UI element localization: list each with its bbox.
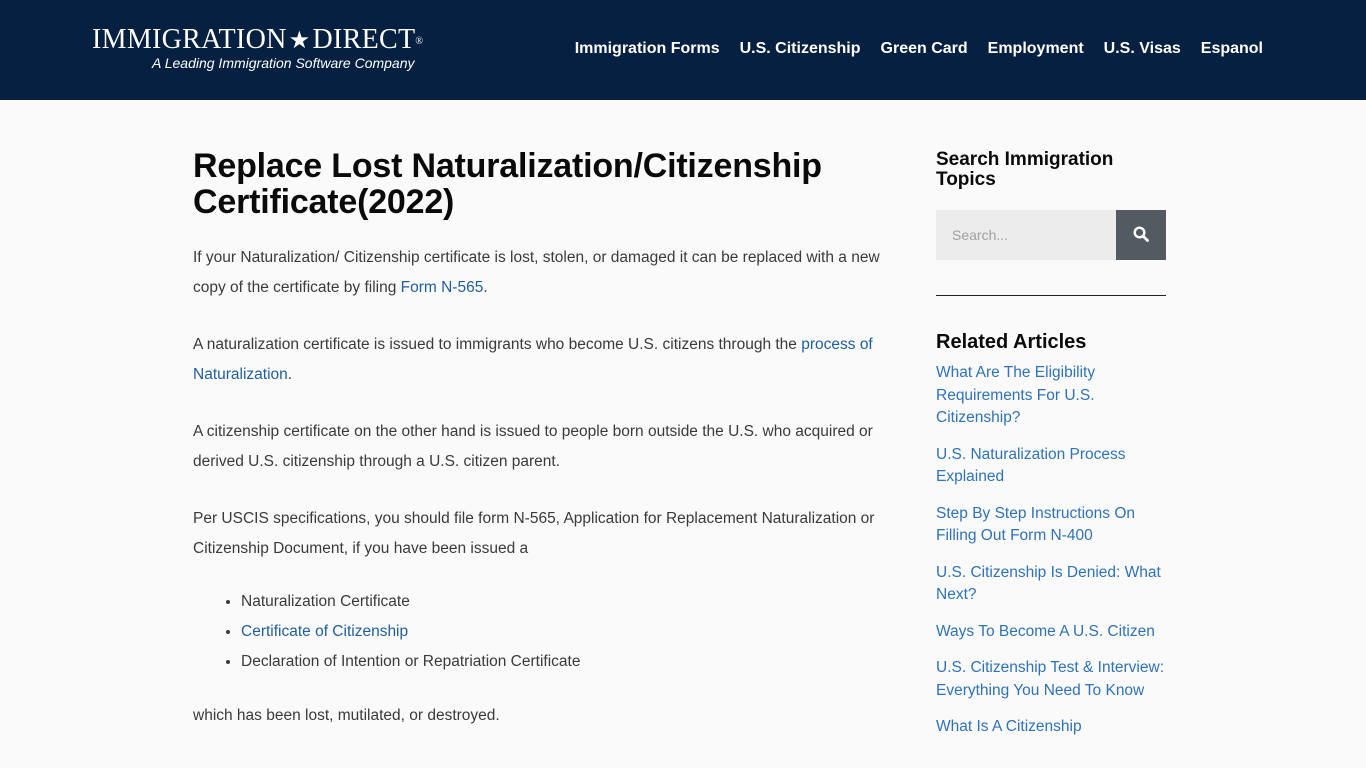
site-logo[interactable]: IMMIGRATION★DIRECT® A Leading Immigratio… — [92, 24, 437, 74]
punctuation: . — [483, 279, 488, 296]
list-item: Ways To Become A U.S. Citizen — [936, 621, 1166, 644]
nav-green-card[interactable]: Green Card — [871, 38, 978, 60]
sidebar: Search Immigration Topics Related Articl… — [936, 150, 1166, 753]
paragraph-intro: If your Naturalization/ Citizenship cert… — [193, 243, 908, 303]
paragraph-closing: which has been lost, mutilated, or destr… — [193, 707, 500, 724]
nav-us-visas[interactable]: U.S. Visas — [1094, 38, 1191, 60]
star-icon: ★ — [288, 28, 311, 54]
paragraph-citizenship: A citizenship certificate on the other h… — [193, 423, 873, 470]
search-input[interactable] — [936, 210, 1116, 260]
search-heading: Search Immigration Topics — [936, 149, 1114, 190]
list-item: U.S. Citizenship Is Denied: What Next? — [936, 562, 1166, 607]
list-item: What Are The Eligibility Requirements Fo… — [936, 362, 1166, 430]
logo-tagline: A Leading Immigration Software Company — [152, 55, 415, 71]
related-link-citizenship-denied[interactable]: U.S. Citizenship Is Denied: What Next? — [936, 562, 1166, 607]
list-item: Declaration of Intention or Repatriation… — [241, 647, 908, 677]
nav-espanol[interactable]: Espanol — [1191, 38, 1263, 60]
related-link-eligibility[interactable]: What Are The Eligibility Requirements Fo… — [936, 362, 1166, 430]
punctuation: . — [287, 366, 293, 383]
related-articles-list: What Are The Eligibility Requirements Fo… — [936, 362, 1166, 739]
main-nav: Immigration Forms U.S. Citizenship Green… — [565, 38, 1263, 60]
search-icon — [1133, 225, 1149, 245]
link-certificate-of-citizenship[interactable]: Certificate of Citizenship — [241, 623, 408, 640]
related-articles-heading: Related Articles — [936, 331, 1087, 353]
list-item: U.S. Citizenship Test & Interview: Every… — [936, 657, 1166, 702]
related-link-naturalization-process[interactable]: U.S. Naturalization Process Explained — [936, 444, 1166, 489]
nav-employment[interactable]: Employment — [978, 38, 1094, 60]
sidebar-divider — [936, 295, 1166, 296]
site-header: IMMIGRATION★DIRECT® A Leading Immigratio… — [0, 0, 1366, 100]
document-list: Naturalization Certificate Certificate o… — [241, 587, 908, 677]
list-item: Naturalization Certificate — [241, 587, 908, 617]
list-item: Certificate of Citizenship — [241, 617, 908, 647]
nav-immigration-forms[interactable]: Immigration Forms — [565, 38, 730, 60]
related-link-citizenship-test[interactable]: U.S. Citizenship Test & Interview: Every… — [936, 657, 1166, 702]
related-link-what-is-citizenship[interactable]: What Is A Citizenship — [936, 716, 1166, 739]
list-item: U.S. Naturalization Process Explained — [936, 444, 1166, 489]
link-form-n565[interactable]: Form N-565 — [401, 279, 484, 296]
article-content: Replace Lost Naturalization/Citizenship … — [193, 148, 908, 758]
related-link-ways-to-become-citizen[interactable]: Ways To Become A U.S. Citizen — [936, 621, 1166, 644]
search-form — [936, 210, 1166, 260]
paragraph-text: A naturalization certificate is issued t… — [193, 336, 802, 353]
paragraph-uscis: Per USCIS specifications, you should fil… — [193, 510, 875, 557]
logo-wordmark: IMMIGRATION★DIRECT® — [92, 24, 423, 57]
related-link-n400-instructions[interactable]: Step By Step Instructions On Filling Out… — [936, 503, 1166, 548]
paragraph-naturalization: A naturalization certificate is issued t… — [193, 330, 908, 390]
list-item: Step By Step Instructions On Filling Out… — [936, 503, 1166, 548]
registered-mark: ® — [415, 36, 424, 47]
page-title: Replace Lost Naturalization/Citizenship … — [193, 147, 822, 221]
search-button[interactable] — [1116, 210, 1166, 260]
list-item: What Is A Citizenship — [936, 716, 1166, 739]
nav-us-citizenship[interactable]: U.S. Citizenship — [730, 38, 871, 60]
logo-text-immigration: IMMIGRATION — [92, 24, 287, 55]
logo-text-direct: DIRECT — [312, 24, 416, 55]
paragraph-text: If your Naturalization/ Citizenship cert… — [193, 249, 880, 296]
